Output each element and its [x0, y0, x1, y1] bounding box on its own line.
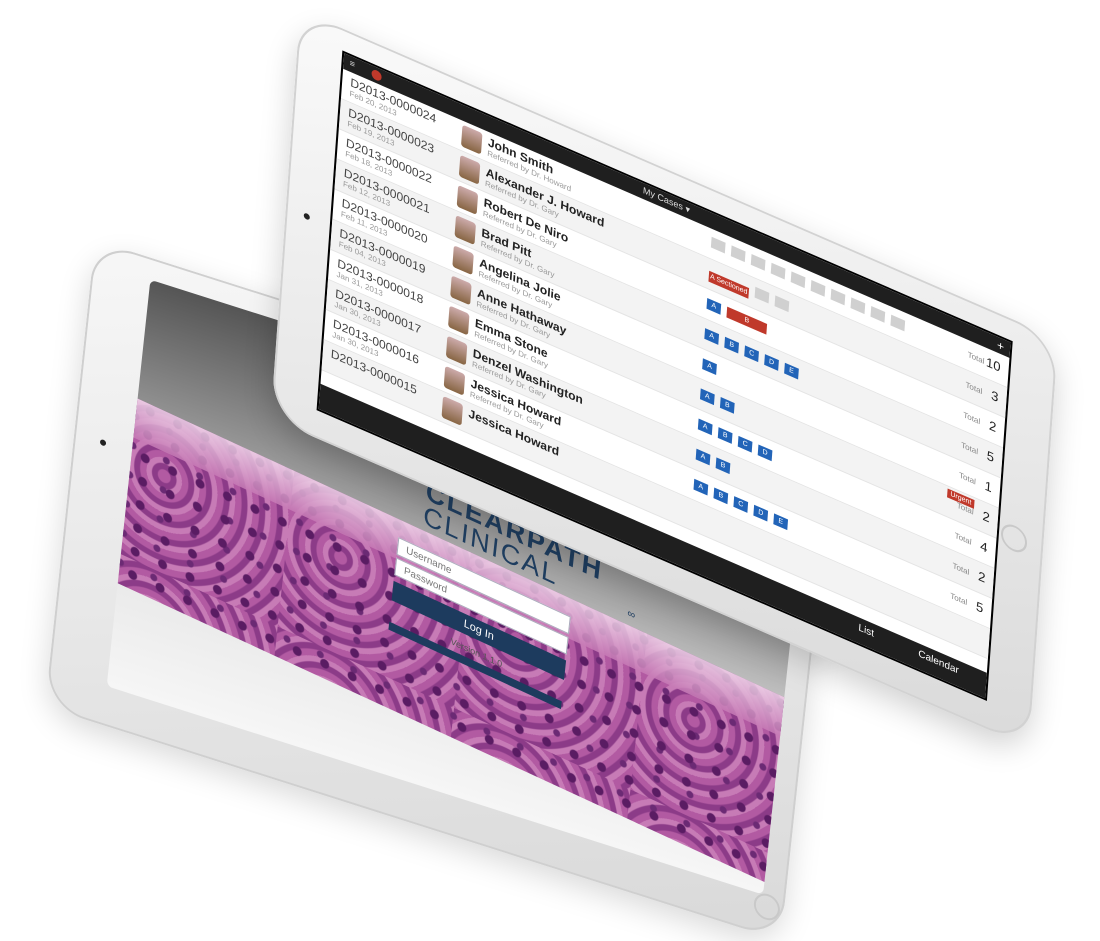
slide-chip[interactable] [850, 297, 866, 315]
slide-chip[interactable] [770, 262, 786, 280]
slide-chip[interactable]: D [753, 504, 769, 522]
slide-chip[interactable]: A [704, 328, 720, 345]
slide-chip[interactable] [710, 236, 726, 254]
patient-avatar [454, 215, 476, 246]
total-label: Total [960, 440, 979, 457]
total-value: 5 [986, 447, 995, 466]
slide-chip[interactable]: B [717, 427, 733, 444]
slide-chip[interactable]: A [695, 448, 711, 466]
total-label: Total [954, 530, 972, 547]
slide-chip[interactable] [810, 280, 826, 297]
slide-chip[interactable]: A [697, 418, 713, 436]
slide-chip[interactable]: A [706, 297, 722, 315]
slide-chip[interactable]: B [713, 487, 729, 505]
slide-chip[interactable]: B [724, 336, 739, 354]
slide-chip[interactable]: A [699, 388, 715, 406]
total-value: 2 [977, 568, 986, 586]
total-value: 3 [990, 387, 999, 406]
patient-avatar [445, 335, 468, 366]
cases-screen: ≡ My Cases ▾ + D2013-0000024 Feb 20, 2013… [316, 50, 1013, 702]
total-value: 1 [984, 477, 993, 496]
slide-chip[interactable]: B [715, 457, 731, 475]
slide-chip[interactable]: A [702, 358, 717, 376]
slide-chip[interactable] [750, 254, 766, 271]
total-label: Total [965, 380, 983, 397]
menu-icon[interactable]: ≡ [349, 58, 355, 70]
slide-chip[interactable]: E [784, 362, 799, 380]
patient-avatar [456, 184, 479, 215]
tab-list[interactable]: List [858, 622, 874, 639]
slide-chip[interactable] [754, 286, 770, 304]
total-label: Total [967, 349, 985, 367]
slide-chip[interactable] [870, 305, 886, 323]
patient-avatar [443, 365, 466, 396]
total-label: Total [950, 591, 968, 608]
total-value: 2 [981, 507, 991, 526]
patient-avatar [450, 275, 472, 306]
patient-avatar [460, 124, 483, 155]
slide-chip[interactable]: D [757, 444, 773, 462]
total-label: Total [952, 560, 970, 577]
tablet-cases-frame: ≡ My Cases ▾ + D2013-0000024 Feb 20, 2013… [270, 10, 1059, 748]
total-value: 10 [985, 354, 1002, 375]
slide-chip[interactable] [774, 295, 790, 313]
notification-badge[interactable] [371, 68, 382, 83]
slide-chips: A [702, 357, 723, 377]
slide-chip[interactable] [790, 271, 806, 289]
slide-chip[interactable] [890, 314, 906, 332]
slide-chip[interactable]: C [737, 435, 753, 453]
slide-chip[interactable]: E [773, 513, 789, 531]
total-value: 2 [988, 417, 997, 436]
slide-chip[interactable]: D [764, 354, 779, 371]
total-value: 4 [979, 537, 989, 556]
slide-chip[interactable]: A [693, 478, 709, 496]
total-value: 5 [975, 598, 984, 616]
patient-avatar [441, 395, 464, 426]
tablet-cases: ≡ My Cases ▾ + D2013-0000024 Feb 20, 2013… [0, 0, 1100, 760]
slide-chip[interactable]: C [733, 496, 749, 513]
slide-chip[interactable] [830, 288, 846, 306]
total-label: Total [958, 470, 977, 487]
slide-chip[interactable]: B [719, 397, 735, 414]
slide-chip[interactable] [730, 245, 746, 263]
slide-chip[interactable]: C [744, 345, 759, 363]
patient-avatar [458, 154, 481, 185]
total-label: Total [963, 410, 981, 427]
patient-avatar [452, 245, 474, 276]
patient-avatar [448, 305, 470, 336]
